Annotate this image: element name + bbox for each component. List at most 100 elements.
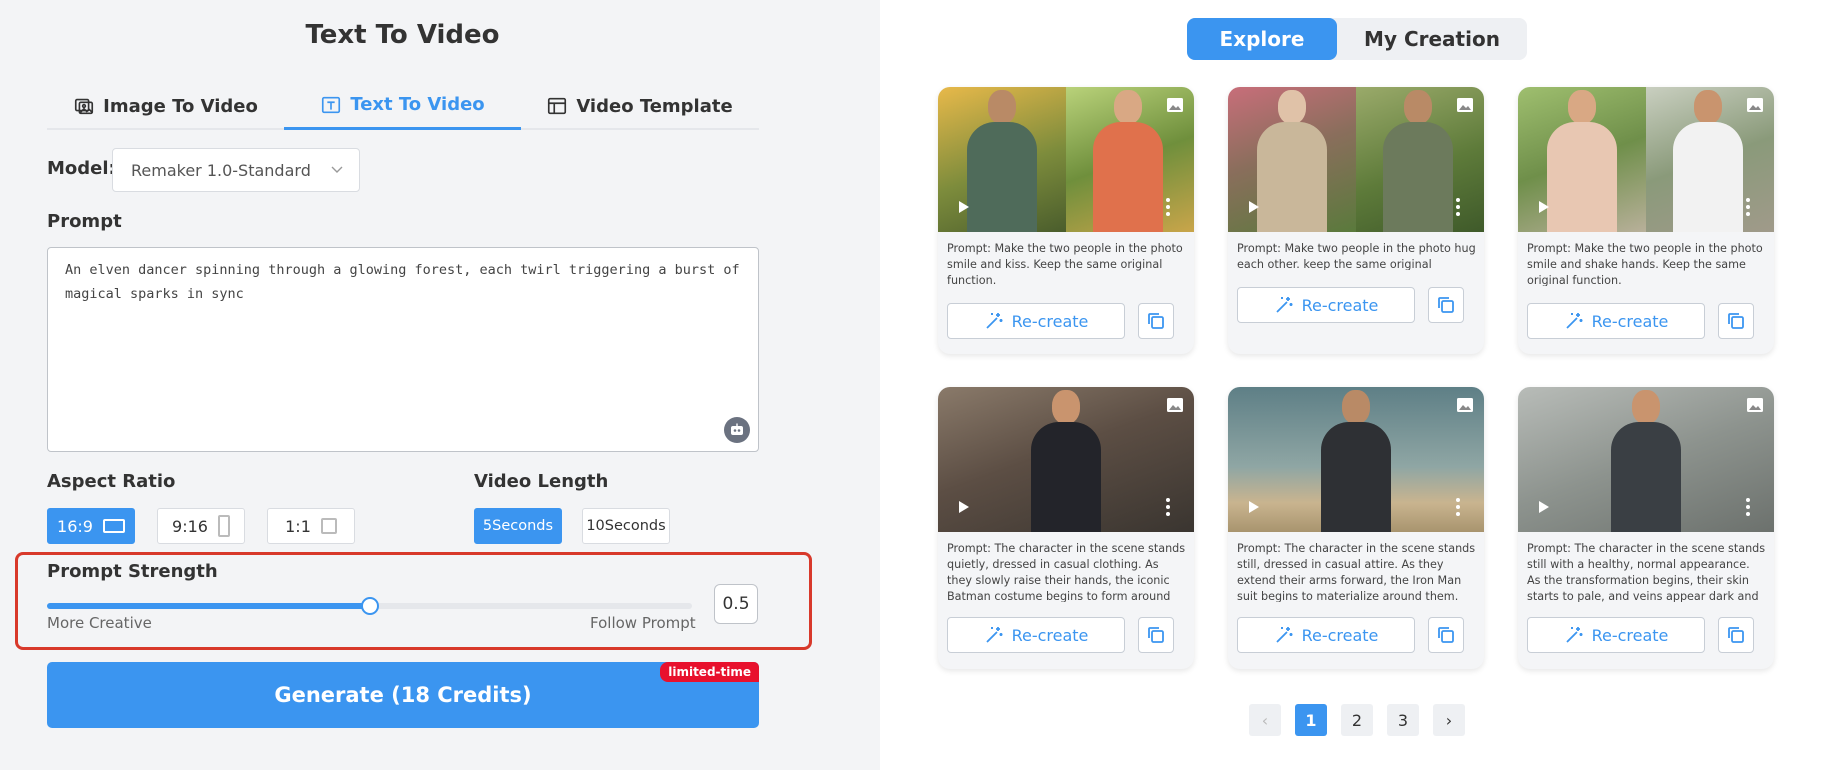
recreate-button[interactable]: Re-create bbox=[947, 617, 1125, 653]
video-length-label: Video Length bbox=[474, 471, 609, 492]
recreate-button[interactable]: Re-create bbox=[1527, 617, 1705, 653]
more-options-icon[interactable] bbox=[1746, 198, 1750, 216]
generate-label: Generate (18 Credits) bbox=[274, 683, 532, 707]
recreate-label: Re-create bbox=[1591, 311, 1669, 331]
example-card: Prompt: Make the two people in the photo… bbox=[1518, 87, 1774, 354]
recreate-label: Re-create bbox=[1301, 295, 1379, 315]
recreate-label: Re-create bbox=[1011, 625, 1089, 645]
image-icon bbox=[1457, 398, 1473, 412]
recreate-button[interactable]: Re-create bbox=[947, 303, 1125, 339]
play-icon[interactable] bbox=[958, 200, 970, 214]
magic-wand-icon bbox=[1565, 627, 1583, 643]
option-label: 16:9 bbox=[57, 516, 93, 536]
page-2-button[interactable]: 2 bbox=[1341, 704, 1373, 736]
copy-icon bbox=[1728, 313, 1744, 329]
option-label: 1:1 bbox=[285, 516, 311, 536]
copy-button[interactable] bbox=[1718, 617, 1754, 653]
pagination-next[interactable]: › bbox=[1433, 704, 1465, 736]
prompt-label: Prompt bbox=[47, 211, 122, 232]
mode-tabs: Image To Video Text To Video Video Templ… bbox=[47, 82, 759, 130]
more-options-icon[interactable] bbox=[1746, 498, 1750, 516]
video-thumbnail[interactable] bbox=[1228, 87, 1484, 232]
chevron-down-icon bbox=[331, 166, 343, 173]
template-icon bbox=[548, 97, 567, 115]
text-icon bbox=[322, 96, 341, 113]
pagination-prev[interactable]: ‹ bbox=[1249, 704, 1281, 736]
example-card: Prompt: Make two people in the photo hug… bbox=[1228, 87, 1484, 354]
prompt-strength-label: Prompt Strength bbox=[47, 561, 218, 582]
play-icon[interactable] bbox=[1248, 500, 1260, 514]
magic-wand-icon bbox=[985, 313, 1003, 329]
image-icon bbox=[1747, 98, 1763, 112]
card-prompt: Prompt: Make the two people in the photo… bbox=[947, 242, 1183, 286]
recreate-button[interactable]: Re-create bbox=[1237, 617, 1415, 653]
page-1-button[interactable]: 1 bbox=[1295, 704, 1327, 736]
limited-time-badge: limited-time bbox=[660, 662, 759, 682]
copy-button[interactable] bbox=[1718, 303, 1754, 339]
aspect-ratio-label: Aspect Ratio bbox=[47, 471, 176, 492]
image-video-icon bbox=[75, 98, 94, 115]
generate-button[interactable]: Generate (18 Credits) limited-time bbox=[47, 662, 759, 728]
play-icon[interactable] bbox=[1538, 500, 1550, 514]
tab-video-template[interactable]: Video Template bbox=[521, 82, 758, 130]
example-card: Prompt: The character in the scene stand… bbox=[1228, 387, 1484, 669]
image-icon bbox=[1167, 98, 1183, 112]
portrait-icon bbox=[217, 515, 230, 537]
tab-my-creation[interactable]: My Creation bbox=[1337, 18, 1527, 60]
more-options-icon[interactable] bbox=[1456, 498, 1460, 516]
magic-wand-icon bbox=[1275, 297, 1293, 313]
copy-icon bbox=[1148, 627, 1164, 643]
recreate-button[interactable]: Re-create bbox=[1527, 303, 1705, 339]
model-select[interactable]: Remaker 1.0-Standard bbox=[112, 148, 360, 192]
video-thumbnail[interactable] bbox=[938, 387, 1194, 532]
length-5s-button[interactable]: 5Seconds bbox=[474, 508, 562, 544]
copy-icon bbox=[1728, 627, 1744, 643]
video-thumbnail[interactable] bbox=[938, 87, 1194, 232]
more-options-icon[interactable] bbox=[1166, 498, 1170, 516]
more-options-icon[interactable] bbox=[1166, 198, 1170, 216]
prompt-strength-value[interactable]: 0.5 bbox=[714, 584, 758, 624]
card-prompt: Prompt: The character in the scene stand… bbox=[947, 542, 1186, 602]
play-icon[interactable] bbox=[1248, 200, 1260, 214]
recreate-label: Re-create bbox=[1591, 625, 1669, 645]
model-label: Model: bbox=[47, 158, 116, 179]
copy-button[interactable] bbox=[1138, 303, 1174, 339]
play-icon[interactable] bbox=[1538, 200, 1550, 214]
copy-button[interactable] bbox=[1428, 617, 1464, 653]
aspect-16-9-button[interactable]: 16:9 bbox=[47, 508, 135, 544]
recreate-label: Re-create bbox=[1011, 311, 1089, 331]
recreate-button[interactable]: Re-create bbox=[1237, 287, 1415, 323]
copy-icon bbox=[1438, 627, 1454, 643]
aspect-1-1-button[interactable]: 1:1 bbox=[267, 508, 355, 544]
image-icon bbox=[1167, 398, 1183, 412]
copy-button[interactable] bbox=[1138, 617, 1174, 653]
tab-explore[interactable]: Explore bbox=[1187, 18, 1337, 60]
video-thumbnail[interactable] bbox=[1518, 387, 1774, 532]
model-value: Remaker 1.0-Standard bbox=[131, 160, 311, 180]
video-thumbnail[interactable] bbox=[1518, 87, 1774, 232]
page-3-button[interactable]: 3 bbox=[1387, 704, 1419, 736]
slider-thumb[interactable] bbox=[360, 597, 379, 615]
landscape-icon bbox=[102, 519, 125, 533]
length-10s-button[interactable]: 10Seconds bbox=[582, 508, 670, 544]
follow-prompt-label: Follow Prompt bbox=[590, 614, 696, 632]
tab-text-to-video[interactable]: Text To Video bbox=[284, 82, 521, 130]
copy-icon bbox=[1148, 313, 1164, 329]
magic-wand-icon bbox=[1275, 627, 1293, 643]
copy-button[interactable] bbox=[1428, 287, 1464, 323]
generator-panel: Text To Video Image To Video Text To Vid… bbox=[0, 0, 880, 770]
video-thumbnail[interactable] bbox=[1228, 387, 1484, 532]
tab-image-to-video[interactable]: Image To Video bbox=[47, 82, 284, 130]
prompt-strength-slider[interactable] bbox=[47, 597, 692, 615]
aspect-9-16-button[interactable]: 9:16 bbox=[157, 508, 245, 544]
tab-label: Image To Video bbox=[103, 95, 258, 117]
card-prompt: Prompt: Make two people in the photo hug… bbox=[1237, 242, 1476, 270]
prompt-text: An elven dancer spinning through a glowi… bbox=[65, 262, 740, 302]
more-options-icon[interactable] bbox=[1456, 198, 1460, 216]
page-title: Text To Video bbox=[305, 20, 500, 50]
ai-assist-icon[interactable] bbox=[724, 417, 750, 443]
recreate-label: Re-create bbox=[1301, 625, 1379, 645]
prompt-textarea[interactable]: An elven dancer spinning through a glowi… bbox=[47, 247, 759, 452]
play-icon[interactable] bbox=[958, 500, 970, 514]
square-icon bbox=[320, 518, 337, 534]
